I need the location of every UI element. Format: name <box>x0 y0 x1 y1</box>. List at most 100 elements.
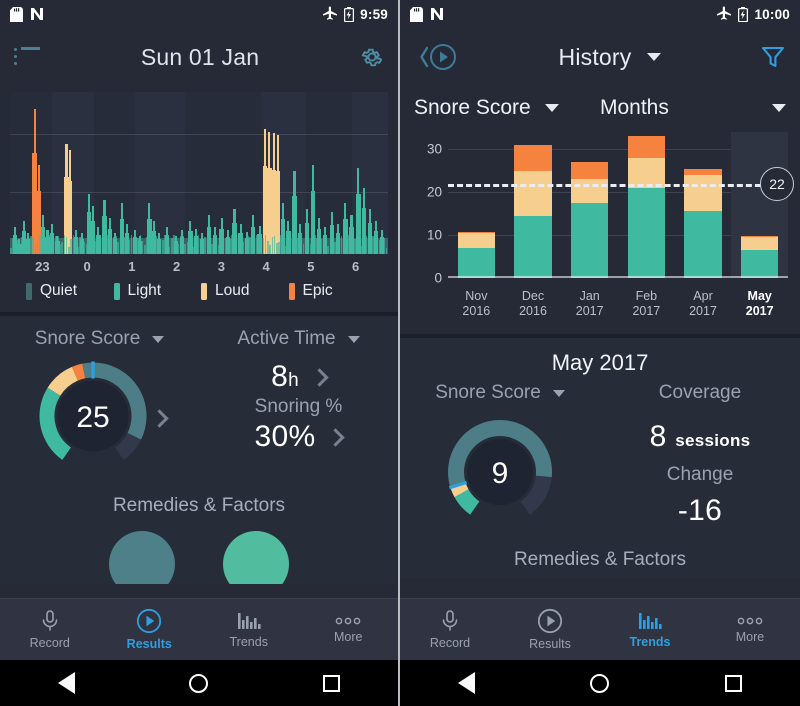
bar-segment-epic <box>514 144 552 171</box>
bar-segment-light <box>741 250 779 278</box>
android-home-button[interactable] <box>580 663 620 703</box>
snore-score-selector[interactable]: Snore Score <box>0 328 199 350</box>
stacked-bar[interactable] <box>570 162 609 278</box>
bar-slot[interactable] <box>448 132 505 278</box>
x-axis-label[interactable]: Apr 2017 <box>675 289 732 320</box>
android-back-button[interactable] <box>46 663 86 703</box>
tab-results[interactable]: Results <box>500 599 600 660</box>
legend-label: Epic <box>302 282 333 299</box>
snoring-percent-chevron-icon[interactable] <box>326 427 346 447</box>
snore-score-gauge[interactable]: 9 <box>440 412 560 537</box>
stacked-bar[interactable] <box>514 144 552 278</box>
play-circle-icon <box>537 608 563 634</box>
remedies-factors-circles <box>0 531 398 584</box>
bar-segment-light <box>684 211 722 278</box>
left-phone-screen: 9:59 Sun 01 Jan 23 0 1 2 3 4 5 6 Quiet Light Loud… <box>0 0 400 706</box>
stacked-bar[interactable] <box>627 136 666 278</box>
list-menu-icon[interactable] <box>14 47 40 67</box>
left-app-bar: Sun 01 Jan <box>0 28 398 86</box>
right-stats-card: May 2017 Snore Score 9 Coverage 8 sessio… <box>400 338 800 578</box>
android-recents-button[interactable] <box>312 663 352 703</box>
y-axis-tick: 20 <box>426 184 442 200</box>
period-filter[interactable]: Months <box>600 96 786 120</box>
monthly-snore-score-bar-chart[interactable]: 0 10 20 30 22 Nov 2016 Dec 2016 Jan 2017 Feb 2017 A… <box>412 132 794 318</box>
coverage-change-column: Coverage 8 sessions Change -16 <box>600 382 800 537</box>
tab-label: Trends <box>629 635 671 649</box>
bar-segment-loud <box>457 232 496 248</box>
bar-segment-light <box>457 247 496 278</box>
x-axis-label[interactable]: May 2017 <box>731 289 788 320</box>
snore-score-gauge[interactable]: 25 <box>33 356 153 481</box>
legend-item: Loud <box>201 282 285 300</box>
microphone-icon <box>38 609 62 633</box>
battery-icon <box>344 6 355 22</box>
legend-swatch <box>201 282 207 300</box>
snore-waveform-card: 23 0 1 2 3 4 5 6 Quiet Light Loud Epic <box>0 86 398 312</box>
remedies-factors-label[interactable]: Remedies & Factors <box>0 495 398 517</box>
bar-slot[interactable] <box>618 132 675 278</box>
stacked-bar[interactable] <box>741 235 779 278</box>
chevron-down-icon <box>152 335 165 343</box>
tab-more[interactable]: More <box>299 599 399 660</box>
average-dashed-line <box>448 183 788 187</box>
period-filter-label: Months <box>600 96 669 119</box>
gear-icon[interactable] <box>360 45 384 69</box>
x-axis-label[interactable]: Dec 2016 <box>505 289 562 320</box>
tab-label: Results <box>126 637 172 651</box>
bar-slot[interactable] <box>675 132 732 278</box>
remedy-circle[interactable] <box>109 531 175 584</box>
remedies-factors-label[interactable]: Remedies & Factors <box>400 549 800 571</box>
android-home-button[interactable] <box>179 663 219 703</box>
page-title: Sun 01 Jan <box>140 43 260 70</box>
bar-segment-epic <box>570 162 609 180</box>
waveform-hour-axis: 23 0 1 2 3 4 5 6 <box>10 254 388 276</box>
active-time-selector[interactable]: Active Time <box>199 328 398 350</box>
android-back-button[interactable] <box>447 663 487 703</box>
y-axis-tick: 0 <box>434 270 442 286</box>
gauge-value: 25 <box>76 401 109 434</box>
chevron-down-icon[interactable] <box>647 53 662 61</box>
back-play-button[interactable] <box>414 42 460 72</box>
active-time-chevron-icon[interactable] <box>310 367 329 387</box>
hour-tick: 3 <box>217 259 225 274</box>
y-axis-tick: 30 <box>426 141 442 157</box>
chevron-down-icon <box>544 104 559 112</box>
bar-segment-loud <box>684 174 722 212</box>
hour-tick: 2 <box>173 259 181 274</box>
android-nav-bar <box>0 660 398 706</box>
hour-tick: 1 <box>128 259 136 274</box>
funnel-icon[interactable] <box>760 44 786 70</box>
android-recents-button[interactable] <box>713 663 753 703</box>
tab-record[interactable]: Record <box>400 599 500 660</box>
tab-label: Trends <box>229 635 268 649</box>
tab-trends[interactable]: Trends <box>600 599 700 660</box>
metric-filter[interactable]: Snore Score <box>414 96 600 120</box>
tab-label: More <box>735 630 765 644</box>
legend-item: Quiet <box>26 282 110 300</box>
tab-more[interactable]: More <box>700 599 800 660</box>
stacked-bar[interactable] <box>457 231 496 278</box>
snore-score-column: Snore Score 25 <box>0 328 199 481</box>
right-app-bar: History <box>400 28 800 86</box>
tab-trends[interactable]: Trends <box>199 599 299 660</box>
x-axis-label[interactable]: Feb 2017 <box>618 289 675 320</box>
factor-circle[interactable] <box>223 531 289 584</box>
snore-score-selector-label: Snore Score <box>34 328 141 349</box>
sdcard-icon <box>410 6 423 22</box>
bar-slot[interactable] <box>505 132 562 278</box>
x-axis-label[interactable]: Jan 2017 <box>561 289 618 320</box>
dual-screenshot: 9:59 Sun 01 Jan 23 0 1 2 3 4 5 6 Quiet Light Loud… <box>0 0 800 706</box>
legend-label: Quiet <box>40 282 78 299</box>
snore-waveform-chart[interactable] <box>10 92 388 254</box>
left-bottom-tab-bar: Record Results Trends More <box>0 598 398 660</box>
change-label: Change <box>666 464 734 485</box>
bar-slot[interactable] <box>561 132 618 278</box>
snore-score-chevron-icon[interactable] <box>150 409 169 428</box>
bar-slot[interactable] <box>731 132 789 278</box>
tab-record[interactable]: Record <box>0 599 100 660</box>
status-time: 10:00 <box>754 6 790 22</box>
snore-score-selector[interactable]: Snore Score <box>400 382 600 404</box>
gauge-value: 9 <box>492 457 509 490</box>
x-axis-label[interactable]: Nov 2016 <box>448 289 505 320</box>
tab-results[interactable]: Results <box>100 599 200 660</box>
